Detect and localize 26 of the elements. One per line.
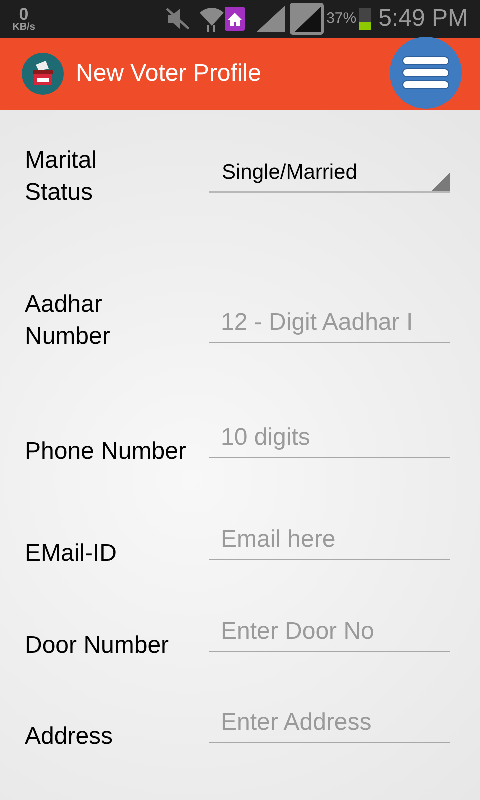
home-icon [224,7,245,31]
data-speed: 0 [19,6,29,22]
signal-icon [256,6,285,32]
field-label: Aadhar Number [25,290,112,352]
wifi-icon [198,5,225,33]
data-unit: KB/s [12,22,36,32]
field-label: EMail-ID [25,539,118,569]
dropdown-arrow-icon [432,173,450,191]
mute-icon [164,7,191,31]
menu-icon [402,56,450,90]
clock: 5:49 PM [378,4,468,34]
input-field[interactable]: 12 - Digit Aadhar I [209,303,450,343]
input-field[interactable]: Email here [209,520,450,560]
battery-percent: 37% [326,8,357,29]
input-field[interactable]: Enter Address [209,703,450,743]
signal-icon [288,2,325,36]
dropdown[interactable]: Single/Married [209,153,450,193]
field-label: Marital Status [25,146,98,208]
field-label: Phone Number [25,437,188,467]
field-label: Address [25,722,114,752]
battery-icon [358,8,371,30]
input-field[interactable]: 10 digits [209,418,450,458]
field-label: Door Number [25,631,170,661]
ballot-box-icon [22,53,64,95]
app-title: New Voter Profile [76,59,262,89]
input-field[interactable]: Enter Door No [209,612,450,652]
